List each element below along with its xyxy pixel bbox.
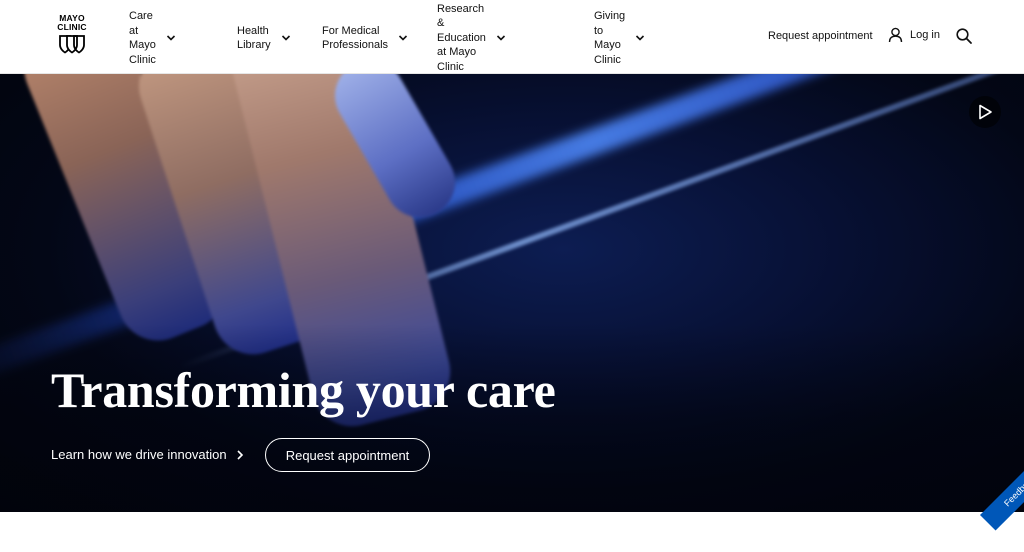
chevron-right-icon xyxy=(237,449,243,460)
hero-shadow-overlay xyxy=(0,324,1024,512)
nav-label-line1: Research & Education xyxy=(437,2,486,44)
nav-label-line2: Professionals xyxy=(322,39,389,51)
nav-research-education[interactable]: Research & Education at Mayo Clinic xyxy=(437,3,506,73)
nav-label-line1: Giving to xyxy=(594,10,626,37)
nav-label: Giving to Mayo Clinic xyxy=(594,9,625,67)
nav-label-line1: For Medical xyxy=(322,24,380,37)
content-area xyxy=(0,512,1024,552)
nav-care-at-mayo-clinic[interactable]: Care at Mayo Clinic xyxy=(129,10,176,66)
search-button[interactable] xyxy=(955,27,973,45)
nav-label-line2: Library xyxy=(237,39,271,51)
nav-label: Care at Mayo Clinic xyxy=(129,9,156,67)
login-label: Log in xyxy=(910,29,940,41)
nav-health-library[interactable]: Health Library xyxy=(237,21,291,55)
mayo-clinic-logo[interactable]: MAYO CLINIC xyxy=(55,14,89,58)
nav-for-medical-professionals[interactable]: For Medical Professionals xyxy=(322,21,408,55)
nav-label: Research & Education at Mayo Clinic xyxy=(437,2,486,75)
mayo-shields-logo xyxy=(59,35,85,54)
site-header: MAYO CLINIC Care at Mayo Clinic Health L… xyxy=(0,0,1024,74)
header-request-appointment-link[interactable]: Request appointment xyxy=(768,30,873,42)
nav-label-line1: Health xyxy=(237,24,269,37)
hero-banner: Transforming your care Learn how we driv… xyxy=(0,74,1024,512)
nav-label-line1: Care at xyxy=(129,10,153,37)
nav-label-line2: Mayo Clinic xyxy=(129,39,156,66)
search-icon xyxy=(956,28,972,44)
chevron-down-icon xyxy=(166,33,176,43)
nav-label: Health Library xyxy=(237,24,271,53)
chevron-down-icon xyxy=(281,33,291,43)
nav-label: For Medical Professionals xyxy=(322,24,388,53)
chevron-down-icon xyxy=(635,33,645,43)
chevron-down-icon xyxy=(496,33,506,43)
user-icon xyxy=(888,27,903,43)
nav-label-line2: Mayo Clinic xyxy=(594,39,621,66)
nav-label-line2: at Mayo Clinic xyxy=(437,46,477,73)
video-play-button[interactable] xyxy=(969,96,1001,128)
learn-innovation-label: Learn how we drive innovation xyxy=(51,447,227,462)
hero-title: Transforming your care xyxy=(51,362,556,418)
learn-innovation-link[interactable]: Learn how we drive innovation xyxy=(51,447,244,462)
play-icon xyxy=(979,104,992,120)
hero-request-appointment-label: Request appointment xyxy=(285,447,410,463)
chevron-down-icon xyxy=(398,33,408,43)
login-link[interactable]: Log in xyxy=(888,27,940,43)
logo-text-line2: CLINIC xyxy=(57,22,87,32)
nav-giving-to-mayo-clinic[interactable]: Giving to Mayo Clinic xyxy=(594,10,645,66)
hero-request-appointment-button[interactable]: Request appointment xyxy=(265,438,430,472)
